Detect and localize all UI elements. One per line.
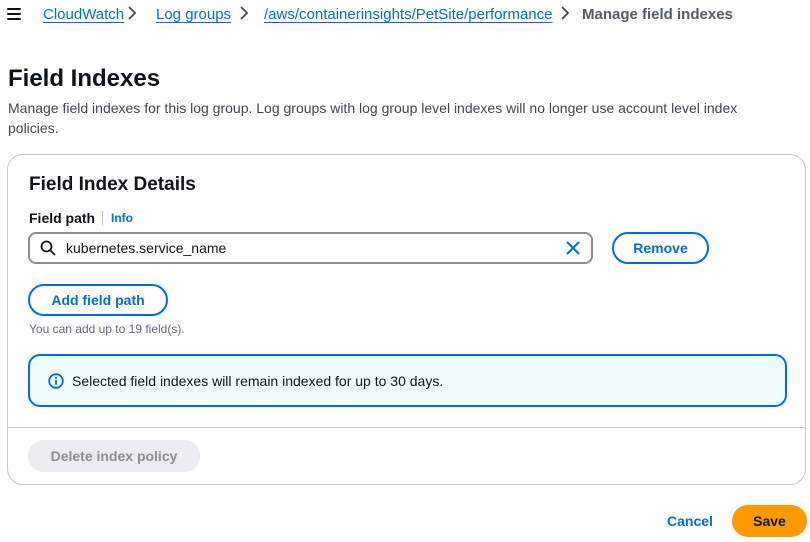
page-description: Manage field indexes for this log group.… <box>8 100 738 136</box>
panel-divider <box>8 427 805 428</box>
info-icon <box>48 373 64 389</box>
clear-icon[interactable] <box>565 240 581 256</box>
breadcrumb-cloudwatch[interactable]: CloudWatch <box>43 6 124 24</box>
breadcrumb-log-groups[interactable]: Log groups <box>156 6 231 24</box>
delete-index-policy-button[interactable]: Delete index policy <box>28 440 200 472</box>
field-index-details-panel: Field Index Details Field path Info Remo… <box>7 154 806 485</box>
alert-text: Selected field indexes will remain index… <box>72 373 444 389</box>
remove-button[interactable]: Remove <box>612 232 709 264</box>
page-title: Field Indexes <box>8 65 161 92</box>
info-divider <box>102 211 103 225</box>
save-button[interactable]: Save <box>732 505 807 537</box>
chevron-right-icon <box>240 6 249 20</box>
info-alert: Selected field indexes will remain index… <box>28 354 787 407</box>
add-field-path-button[interactable]: Add field path <box>28 284 168 316</box>
search-icon <box>40 240 56 256</box>
field-path-label: Field path <box>29 210 96 226</box>
field-limit-hint: You can add up to 19 field(s). <box>29 322 185 336</box>
cancel-button[interactable]: Cancel <box>667 512 713 530</box>
chevron-right-icon <box>128 6 137 20</box>
chevron-right-icon <box>561 6 570 20</box>
breadcrumb-current: Manage field indexes <box>582 6 733 23</box>
breadcrumb-log-group[interactable]: /aws/containerinsights/PetSite/performan… <box>264 6 552 24</box>
info-link[interactable]: Info <box>111 210 133 226</box>
field-path-search[interactable] <box>28 232 593 264</box>
top-bar: CloudWatch Log groups /aws/containerinsi… <box>0 0 810 32</box>
hamburger-menu-icon[interactable] <box>7 8 21 20</box>
field-path-input[interactable] <box>66 234 546 262</box>
panel-title: Field Index Details <box>29 174 196 195</box>
